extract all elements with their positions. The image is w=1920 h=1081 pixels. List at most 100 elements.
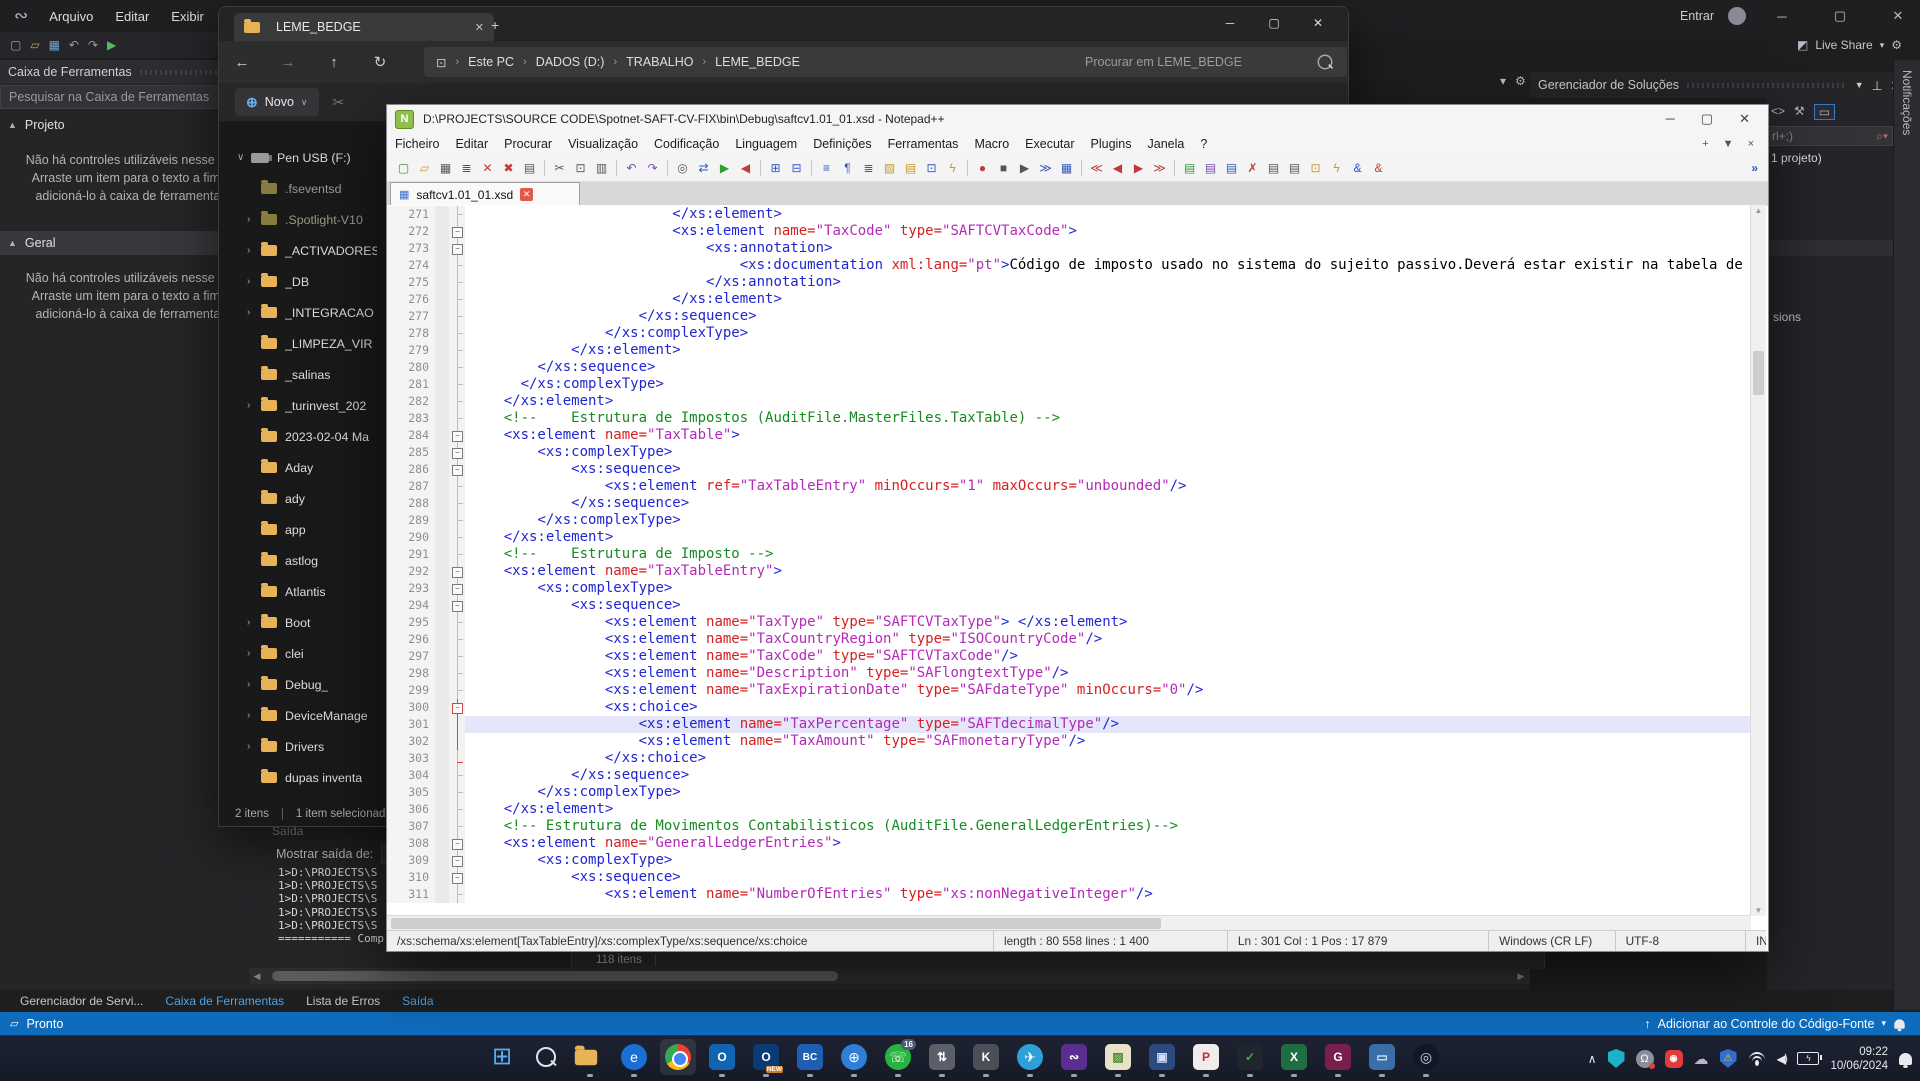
- chrome-icon[interactable]: [660, 1039, 696, 1075]
- code-line-310[interactable]: 310− <xs:sequence>: [387, 869, 1766, 886]
- function-list-icon[interactable]: ▧: [880, 159, 899, 178]
- device-sync-icon[interactable]: ⇅: [924, 1039, 960, 1075]
- code-line-272[interactable]: 272− <xs:element name="TaxCode" type="SA…: [387, 223, 1766, 240]
- view-compare-icon[interactable]: ⊞: [766, 159, 785, 178]
- code-line-309[interactable]: 309− <xs:complexType>: [387, 852, 1766, 869]
- code-line-308[interactable]: 308− <xs:element name="GeneralLedgerEntr…: [387, 835, 1766, 852]
- tree-item-ady[interactable]: ady: [219, 483, 401, 514]
- tree-item-dupas-inventa[interactable]: dupas inventa: [219, 762, 401, 793]
- npp-minimize-button[interactable]: ─: [1666, 111, 1675, 127]
- wrench-icon[interactable]: ⚒: [1794, 104, 1805, 120]
- code-line-281[interactable]: 281 </xs:complexType>: [387, 376, 1766, 393]
- cut-icon[interactable]: ✂: [550, 159, 569, 178]
- code-line-292[interactable]: 292− <xs:element name="TaxTableEntry">: [387, 563, 1766, 580]
- back-icon[interactable]: ←: [219, 54, 265, 71]
- npp-menu-executar[interactable]: Executar: [1017, 135, 1082, 153]
- solution-search-input[interactable]: rl+;): [1772, 129, 1793, 143]
- copy-icon[interactable]: ⊡: [571, 159, 590, 178]
- close-icon[interactable]: ✕: [478, 159, 497, 178]
- macro-run-multi-icon[interactable]: ≫: [1036, 159, 1055, 178]
- doc2-icon[interactable]: ▤: [1285, 159, 1304, 178]
- cut-icon[interactable]: ✂: [333, 94, 345, 111]
- app-window-icon[interactable]: ▣: [1144, 1039, 1180, 1075]
- tree-item-root[interactable]: ∨Pen USB (F:): [219, 142, 401, 173]
- green-arrow-icon[interactable]: ✓: [1232, 1039, 1268, 1075]
- vs-panel-tab-gerenciador-de-servi---[interactable]: Gerenciador de Servi...: [10, 992, 153, 1010]
- tree-item--db[interactable]: ›_DB: [219, 266, 401, 297]
- new-item-button[interactable]: ⊕Novo∨: [235, 88, 319, 116]
- clock[interactable]: 09:22 10/06/2024: [1830, 1045, 1888, 1073]
- code-line-303[interactable]: 303 </xs:choice>: [387, 750, 1766, 767]
- save-all-icon[interactable]: ≣: [457, 159, 476, 178]
- code-line-283[interactable]: 283 <!-- Estrutura de Impostos (AuditFil…: [387, 410, 1766, 427]
- new-file-icon[interactable]: ▢: [394, 159, 413, 178]
- code-line-311[interactable]: 311 <xs:element name="NumberOfEntries" t…: [387, 886, 1766, 903]
- globe-browser-icon[interactable]: ⊕: [836, 1039, 872, 1075]
- code-line-290[interactable]: 290 </xs:element>: [387, 529, 1766, 546]
- tab-close-icon[interactable]: ✕: [475, 21, 484, 34]
- tree-item--salinas[interactable]: _salinas: [219, 359, 401, 390]
- search-icon[interactable]: ⌕▾: [1876, 129, 1888, 144]
- npp-menu-ferramentas[interactable]: Ferramentas: [880, 135, 967, 153]
- editor-vertical-scrollbar[interactable]: ▲▼: [1750, 205, 1766, 916]
- undo-icon[interactable]: ↶: [622, 159, 641, 178]
- code-line-286[interactable]: 286− <xs:sequence>: [387, 461, 1766, 478]
- save-icon[interactable]: ▦: [49, 38, 60, 52]
- code-line-278[interactable]: 278 </xs:complexType>: [387, 325, 1766, 342]
- show-all-chars-icon[interactable]: ¶: [838, 159, 857, 178]
- macro-record-icon[interactable]: ●: [973, 159, 992, 178]
- up-icon[interactable]: ↑: [311, 54, 357, 71]
- breadcrumb-leme-bedge[interactable]: LEME_BEDGE: [715, 55, 800, 69]
- code-line-280[interactable]: 280 </xs:sequence>: [387, 359, 1766, 376]
- vs-minimize-button[interactable]: ─: [1760, 9, 1804, 24]
- code-line-295[interactable]: 295 <xs:element name="TaxType" type="SAF…: [387, 614, 1766, 631]
- code-line-293[interactable]: 293− <xs:complexType>: [387, 580, 1766, 597]
- npp-close-button[interactable]: ✕: [1739, 111, 1750, 127]
- outlook-new-icon[interactable]: ONEW: [748, 1039, 784, 1075]
- chevron-down-icon[interactable]: ▾: [1881, 1018, 1886, 1029]
- tree-item-aday[interactable]: Aday: [219, 452, 401, 483]
- print-icon[interactable]: ▤: [520, 159, 539, 178]
- edge-icon[interactable]: e: [616, 1039, 652, 1075]
- code-line-287[interactable]: 287 <xs:element ref="TaxTableEntry" minO…: [387, 478, 1766, 495]
- encoding-status[interactable]: UTF-8: [1616, 931, 1746, 951]
- explorer-maximize-button[interactable]: ▢: [1252, 9, 1296, 37]
- notification-bell-icon[interactable]: [1894, 1019, 1904, 1029]
- tree-item-app[interactable]: app: [219, 514, 401, 545]
- npp-menu-visualizao[interactable]: Visualização: [560, 135, 646, 153]
- new-file-icon[interactable]: ▢: [10, 38, 21, 52]
- first-doc-icon[interactable]: ≪: [1087, 159, 1106, 178]
- code-line-289[interactable]: 289 </xs:complexType>: [387, 512, 1766, 529]
- visual-studio-icon[interactable]: ∾: [1056, 1039, 1092, 1075]
- code-line-298[interactable]: 298 <xs:element name="Description" type=…: [387, 665, 1766, 682]
- explorer-tab[interactable]: LEME_BEDGE ✕: [234, 13, 494, 41]
- chevron-down-icon[interactable]: ▾: [1880, 40, 1885, 51]
- tree-item-devicemanage[interactable]: ›DeviceManage: [219, 700, 401, 731]
- clear-marks-icon[interactable]: ✗: [1243, 159, 1262, 178]
- code-view-icon[interactable]: <>: [1771, 104, 1785, 120]
- session-save-icon[interactable]: ▤: [1222, 159, 1241, 178]
- insert-mode-status[interactable]: INS: [1746, 931, 1766, 951]
- vs-close-button[interactable]: ✕: [1876, 8, 1920, 24]
- find-next-icon[interactable]: ▶: [715, 159, 734, 178]
- view-clone-icon[interactable]: ⊟: [787, 159, 806, 178]
- code-line-305[interactable]: 305 </xs:complexType>: [387, 784, 1766, 801]
- notification-bell-icon[interactable]: [1899, 1053, 1912, 1065]
- chevron-down-icon[interactable]: ▼: [1855, 80, 1864, 90]
- redo-icon[interactable]: ↷: [643, 159, 662, 178]
- explorer-search-input[interactable]: Procurar em LEME_BEDGE: [1073, 47, 1347, 77]
- explorer-minimize-button[interactable]: ─: [1208, 9, 1252, 37]
- vs-signin[interactable]: Entrar: [1680, 9, 1714, 23]
- indent-guide-icon[interactable]: ≡: [817, 159, 836, 178]
- editor-horizontal-scrollbar[interactable]: [387, 915, 1751, 931]
- excel-icon[interactable]: X: [1276, 1039, 1312, 1075]
- telegram-icon[interactable]: ✈: [1012, 1039, 1048, 1075]
- recorder-icon[interactable]: ◉: [1665, 1050, 1683, 1068]
- onedrive-cloud-icon[interactable]: ☁: [1694, 1050, 1709, 1068]
- breadcrumb[interactable]: ⊡ ›Este PC›DADOS (D:)›TRABALHO›LEME_BEDG…: [424, 47, 1088, 77]
- code-line-291[interactable]: 291 <!-- Estrutura de Imposto -->: [387, 546, 1766, 563]
- find-prev-icon[interactable]: ◀: [736, 159, 755, 178]
- explorer-close-button[interactable]: ✕: [1296, 9, 1340, 37]
- close-all-icon[interactable]: ✖: [499, 159, 518, 178]
- output-horizontal-scrollbar[interactable]: ◀▶: [250, 968, 1530, 984]
